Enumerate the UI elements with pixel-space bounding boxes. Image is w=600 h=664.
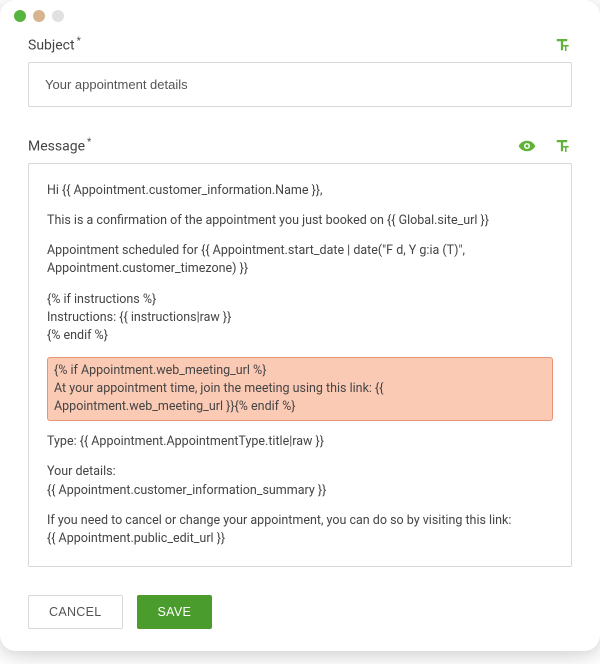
message-line: This is a confirmation of the appointmen… bbox=[47, 212, 553, 230]
message-label-text: Message bbox=[28, 139, 85, 155]
message-line: If you need to cancel or change your app… bbox=[47, 512, 553, 548]
message-label: Message* bbox=[28, 137, 91, 155]
text-format-icon[interactable] bbox=[552, 36, 572, 54]
window-control-dot[interactable] bbox=[33, 10, 45, 22]
required-asterisk: * bbox=[77, 36, 81, 47]
save-button[interactable]: SAVE bbox=[137, 595, 213, 629]
message-line: {% if instructions %} Instructions: {{ i… bbox=[47, 291, 553, 345]
highlighted-block: {% if Appointment.web_meeting_url %} At … bbox=[47, 357, 553, 421]
content-area: Subject* Message* bbox=[0, 26, 600, 651]
window-control-dot[interactable] bbox=[52, 10, 64, 22]
message-line: Appointment scheduled for {{ Appointment… bbox=[47, 242, 553, 278]
button-row: CANCEL SAVE bbox=[28, 595, 572, 629]
subject-input[interactable] bbox=[28, 62, 572, 107]
message-label-row: Message* bbox=[28, 137, 572, 155]
eye-icon[interactable] bbox=[516, 137, 538, 155]
message-line: Hi {{ Appointment.customer_information.N… bbox=[47, 182, 553, 200]
text-format-icon[interactable] bbox=[552, 137, 572, 155]
window-control-dot[interactable] bbox=[14, 10, 26, 22]
subject-label-row: Subject* bbox=[28, 36, 572, 54]
message-line: Type: {{ Appointment.AppointmentType.tit… bbox=[47, 433, 553, 451]
required-asterisk: * bbox=[87, 137, 91, 148]
window-titlebar bbox=[0, 0, 600, 26]
editor-window: Subject* Message* bbox=[0, 0, 600, 651]
message-line: Your details: {{ Appointment.customer_in… bbox=[47, 463, 553, 499]
cancel-button[interactable]: CANCEL bbox=[28, 595, 123, 629]
subject-label-text: Subject bbox=[28, 38, 75, 54]
message-body-editor[interactable]: Hi {{ Appointment.customer_information.N… bbox=[28, 163, 572, 567]
subject-label: Subject* bbox=[28, 36, 81, 54]
